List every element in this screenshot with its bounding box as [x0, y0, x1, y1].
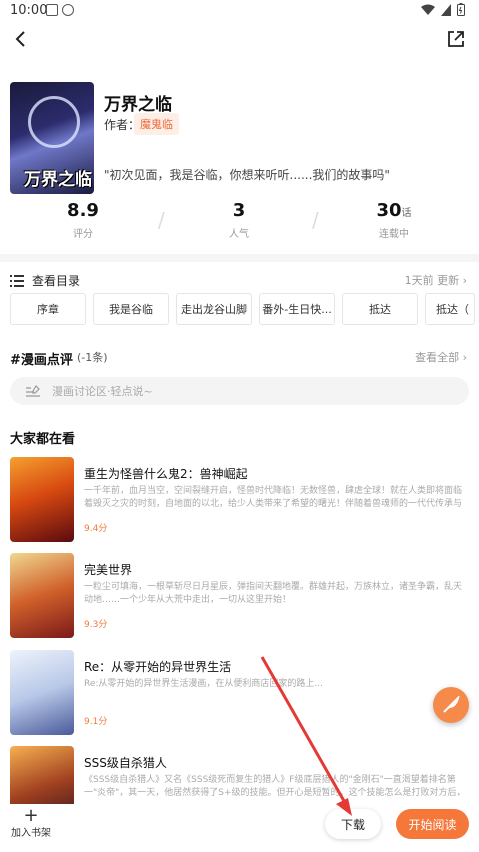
- chapter-chip[interactable]: 抵达（: [425, 293, 475, 325]
- comments-title: #漫画点评: [10, 353, 73, 368]
- battery-icon: [457, 3, 465, 16]
- stat-divider: /: [312, 208, 319, 232]
- recommend-score: 9.1分: [84, 717, 108, 727]
- comment-input[interactable]: 漫画讨论区·轻点说~: [10, 377, 469, 405]
- notification-icon: [46, 4, 58, 16]
- recommend-thumb: [10, 650, 74, 735]
- shield-icon: [62, 4, 74, 16]
- recommend-score: 9.3分: [84, 620, 108, 630]
- chapter-chip[interactable]: 番外-生日快...: [259, 293, 335, 325]
- start-reading-button[interactable]: 开始阅读: [396, 809, 469, 839]
- recommend-item[interactable]: 重生为怪兽什么鬼2：兽神崛起 一千年前，血月当空，空间裂缝开启，怪兽时代降临！无…: [10, 457, 470, 545]
- recommend-desc: 一粒尘可填海，一根草斩尽日月星辰，弹指间天翻地覆。群雄并起，万族林立，诸圣争霸，…: [84, 582, 463, 605]
- comments-count: (-1条): [77, 351, 108, 364]
- recommend-thumb: [10, 553, 74, 638]
- recommend-item[interactable]: Re：从零开始的异世界生活 Re:从零开始的异世界生活漫画，在从便利商店回家的路…: [10, 650, 470, 738]
- chapter-list: 序章 我是谷临 走出龙谷山脚 番外-生日快... 抵达 抵达（: [10, 293, 475, 325]
- book-quote: "初次见面，我是谷临，你想来听听......我们的故事吗": [104, 168, 390, 182]
- section-divider: [0, 254, 479, 262]
- wifi-icon: [421, 4, 435, 15]
- author-name[interactable]: 魔鬼临: [134, 113, 179, 135]
- recommend-item[interactable]: SSS级自杀猎人 《SSS级自杀猎人》又名《SSS级死而复生的猎人》F级底层猎人…: [10, 746, 470, 804]
- stat-label: 人气: [229, 229, 249, 240]
- stat-popularity: 3 人气: [189, 200, 289, 240]
- stat-rating: 8.9 评分: [33, 200, 133, 240]
- feather-pen-icon: [443, 696, 460, 713]
- recommend-thumb: [10, 457, 74, 542]
- stat-label: 连载中: [379, 229, 409, 240]
- share-icon[interactable]: [445, 28, 467, 50]
- book-title: 万界之临: [104, 95, 172, 115]
- stat-value: 3: [232, 200, 246, 221]
- signal-icon: [441, 3, 451, 16]
- add-to-shelf-label: 加入书架: [11, 828, 51, 839]
- recommend-name: Re：从零开始的异世界生活: [84, 660, 232, 674]
- stat-unit: 话: [401, 208, 412, 219]
- recommend-desc: 《SSS级自杀猎人》又名《SSS级死而复生的猎人》F级底层猎人的"金刚石"一直渴…: [84, 775, 466, 798]
- recommend-desc: 一千年前，血月当空，空间裂缝开启，怪兽时代降临！无数怪兽，肆虐全球！就在人类即将…: [84, 486, 463, 509]
- status-time: 10:00: [10, 3, 48, 18]
- recommend-desc: Re:从零开始的异世界生活漫画，在从便利商店回家的路上...: [84, 679, 324, 689]
- stat-label: 评分: [73, 229, 93, 240]
- write-comment-button[interactable]: [433, 687, 469, 723]
- view-all-comments[interactable]: 查看全部 ›: [415, 349, 467, 365]
- add-to-shelf-button[interactable]: + 加入书架: [8, 805, 54, 840]
- book-cover: 万界之临: [10, 82, 94, 194]
- recommend-name: 重生为怪兽什么鬼2：兽神崛起: [84, 467, 248, 481]
- catalog-update[interactable]: 1天前 更新 ›: [405, 272, 467, 288]
- plus-icon: +: [23, 805, 39, 826]
- catalog-header[interactable]: 查看目录: [10, 272, 80, 289]
- stat-value: 8.9: [67, 200, 99, 221]
- stat-chapters: 30话 连载中: [344, 200, 444, 240]
- chapter-chip[interactable]: 走出龙谷山脚: [176, 293, 252, 325]
- edit-icon: [26, 385, 40, 397]
- recommend-name: SSS级自杀猎人: [84, 756, 167, 770]
- chapter-chip[interactable]: 序章: [10, 293, 86, 325]
- status-right: [421, 3, 465, 16]
- recommend-thumb: [10, 746, 74, 804]
- recommend-title: 大家都在看: [10, 432, 76, 447]
- chapter-chip[interactable]: 我是谷临: [93, 293, 169, 325]
- status-bar: 10:00: [0, 0, 479, 22]
- cover-title: 万界之临: [24, 170, 92, 190]
- back-arrow-icon[interactable]: [10, 28, 32, 50]
- recommend-item[interactable]: 完美世界 一粒尘可填海，一根草斩尽日月星辰，弹指间天翻地覆。群雄并起，万族林立，…: [10, 553, 470, 641]
- list-icon: [10, 274, 24, 287]
- cover-art: [28, 96, 80, 148]
- stat-divider: /: [158, 208, 165, 232]
- recommend-score: 9.4分: [84, 524, 108, 534]
- comment-placeholder: 漫画讨论区·轻点说~: [52, 385, 153, 398]
- recommend-name: 完美世界: [84, 563, 133, 577]
- download-button[interactable]: 下载: [325, 809, 381, 839]
- stat-value: 30: [376, 200, 402, 221]
- catalog-title: 查看目录: [32, 274, 81, 288]
- chapter-chip[interactable]: 抵达: [342, 293, 418, 325]
